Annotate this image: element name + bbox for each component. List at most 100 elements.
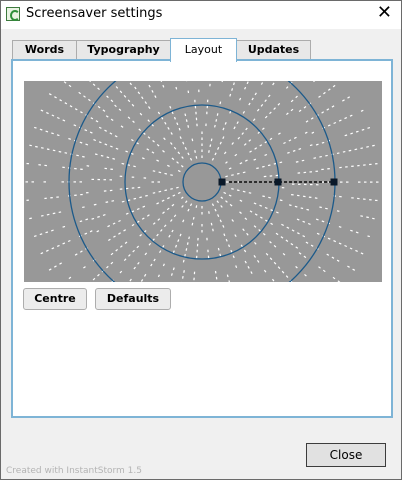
word-speck [258,260,259,262]
word-speck [249,103,250,105]
word-speck [115,136,117,137]
word-speck [217,201,219,203]
word-speck [244,144,246,146]
close-button[interactable]: Close [306,443,386,467]
word-speck [98,106,100,108]
middle-ring-handle[interactable] [275,179,282,186]
word-speck [246,128,248,130]
word-speck [170,106,171,108]
word-speck [145,102,146,104]
word-speck [178,192,180,193]
close-icon[interactable]: ✕ [377,4,392,22]
word-speck [57,245,59,246]
layout-preview[interactable] [24,81,382,282]
word-speck [229,245,230,247]
word-speck [68,241,70,242]
word-speck [262,166,264,167]
word-speck [218,214,219,216]
word-speck [327,254,329,255]
word-speck [41,253,43,254]
tab-updates[interactable]: Updates [236,40,311,60]
word-speck [280,200,283,201]
word-speck [163,212,165,214]
centre-button[interactable]: Centre [23,288,87,310]
word-speck [47,214,50,215]
word-speck [372,145,375,146]
word-speck [270,258,272,260]
word-speck [191,158,192,160]
word-speck [333,85,335,87]
word-speck [101,156,103,157]
word-speck [90,231,92,232]
word-speck [286,87,288,89]
word-speck [167,198,169,199]
word-speck [157,203,159,204]
word-speck [316,144,318,145]
word-speck [84,96,86,98]
word-speck [296,96,298,98]
word-speck [165,173,167,174]
word-speck [230,94,231,96]
word-speck [193,217,194,219]
word-speck [240,200,242,201]
word-speck [153,239,155,241]
word-speck [304,256,306,258]
tab-words[interactable]: Words [12,40,77,60]
word-speck [215,125,216,127]
word-speck [179,128,180,130]
word-speck [94,140,96,141]
word-speck [325,155,327,156]
word-speck [192,139,193,142]
word-speck [70,106,72,107]
word-speck [299,110,301,111]
word-speck [164,138,166,140]
word-speck [253,119,255,121]
word-speck [158,219,160,221]
word-speck [115,105,117,107]
word-speck [268,165,270,166]
word-speck [171,132,172,134]
word-speck [226,201,228,203]
word-speck [46,232,48,233]
defaults-button[interactable]: Defaults [95,288,171,310]
word-speck [328,89,330,91]
word-speck [347,266,349,267]
word-speck [306,121,308,122]
word-speck [41,216,43,217]
word-speck [142,158,144,159]
word-speck [265,220,267,221]
word-speck [231,189,234,190]
word-speck [270,112,272,114]
word-speck [137,246,139,248]
word-speck [185,254,186,256]
word-speck [68,139,70,140]
word-speck [291,244,293,245]
word-speck [255,242,257,244]
word-speck [361,148,363,149]
word-speck [82,207,84,208]
word-speck [172,273,173,275]
word-speck [224,152,226,154]
word-speck [283,253,285,255]
outer-ring-handle[interactable] [331,179,338,186]
word-speck [157,144,159,146]
word-speck [75,254,77,255]
inner-ring-handle[interactable] [219,179,226,186]
word-speck [218,147,219,149]
word-speck [172,112,173,114]
word-speck [176,245,177,247]
word-speck [181,166,183,168]
tab-layout[interactable]: Layout [170,38,237,62]
word-speck [294,137,296,138]
word-speck [153,171,155,172]
word-speck [29,218,32,219]
word-speck [172,230,173,232]
word-speck [108,226,110,227]
word-speck [245,87,246,89]
word-speck [350,248,352,249]
tab-typography[interactable]: Typography [76,40,171,60]
word-speck [79,92,81,94]
word-speck [94,204,97,205]
word-speck [225,176,227,177]
word-speck [237,173,239,174]
